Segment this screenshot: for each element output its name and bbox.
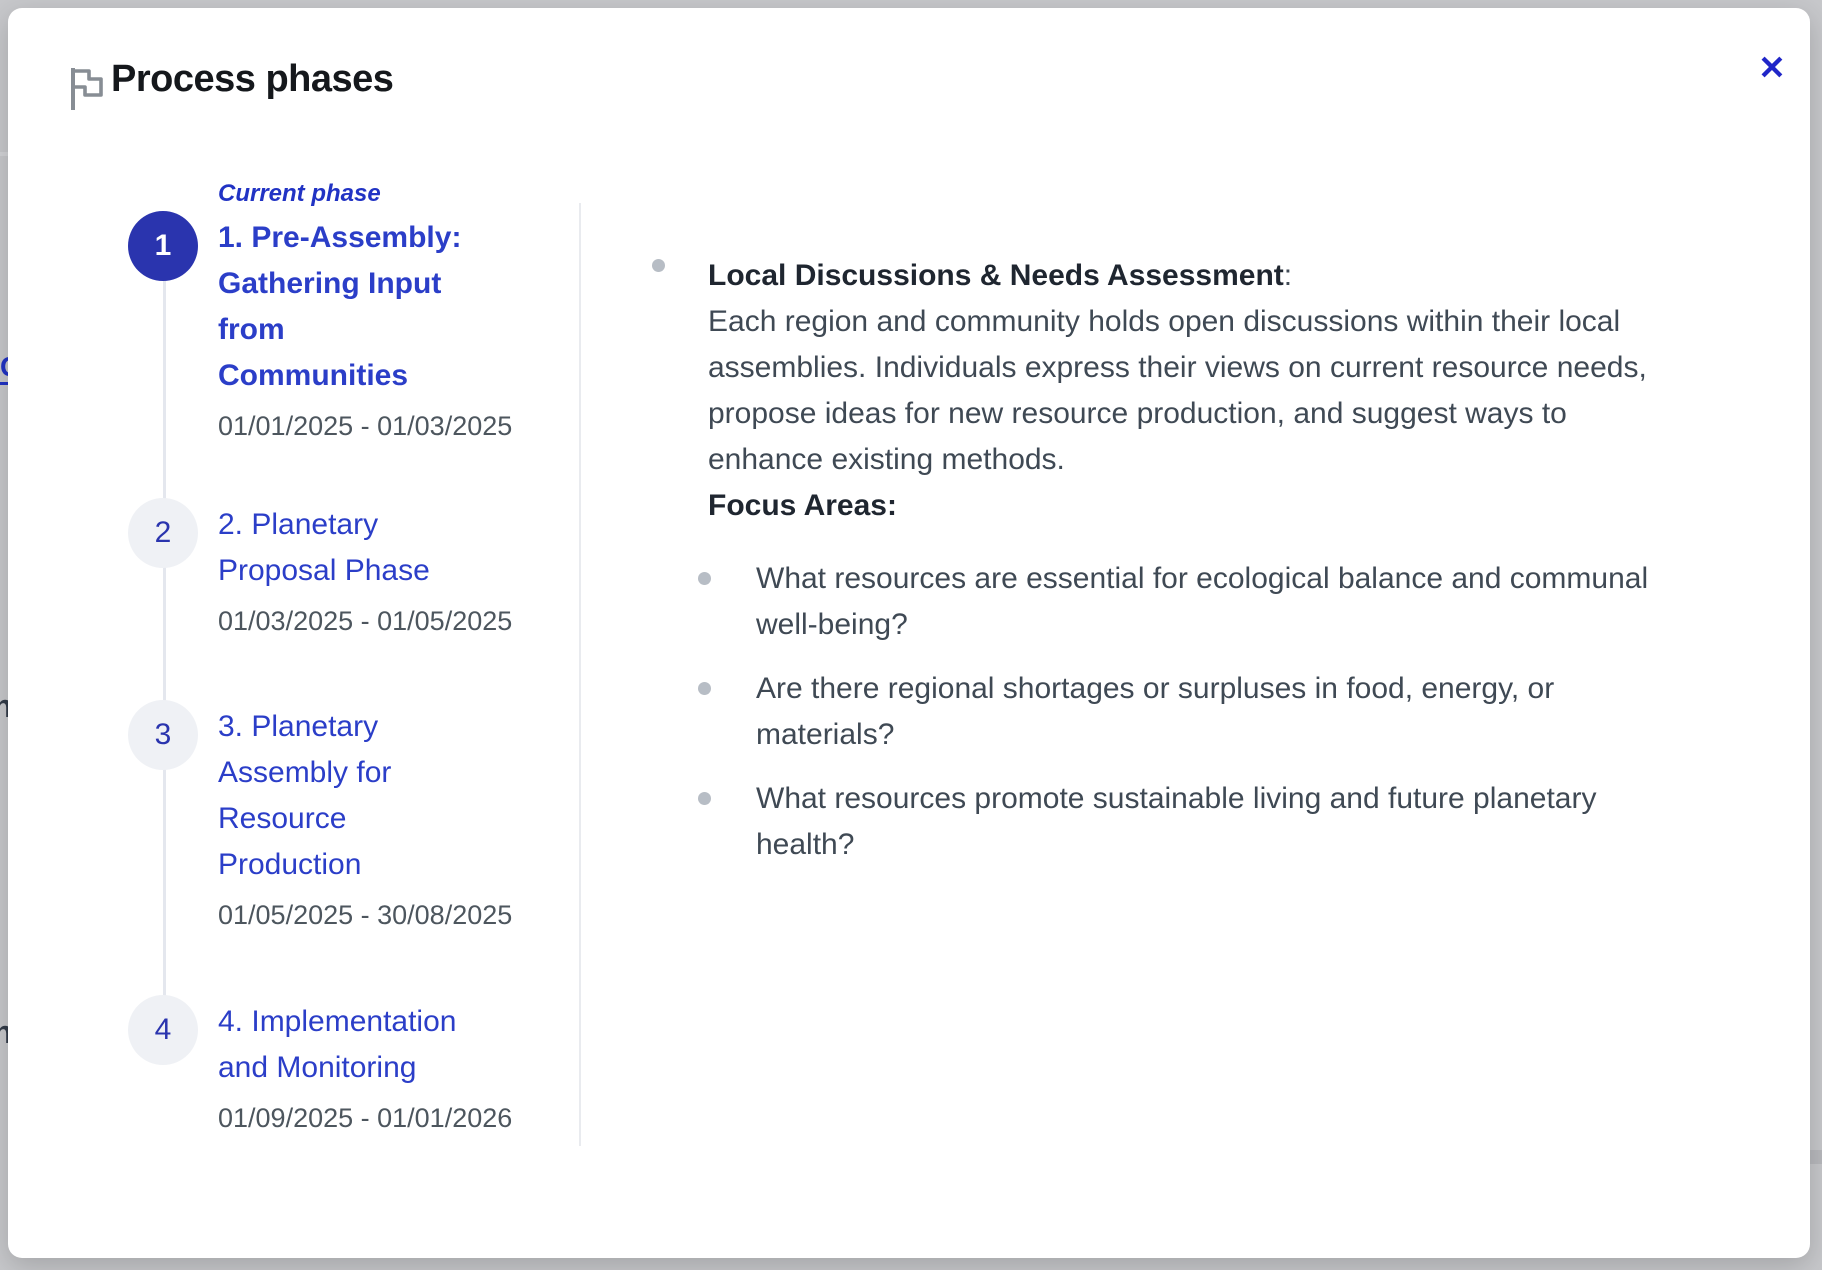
phase-item-2: 2. Planetary Proposal Phase 01/03/2025 -… [218,502,512,637]
phase-3-dates: 01/05/2025 - 30/08/2025 [218,900,512,931]
bullet-dot [698,792,711,805]
phase-4-badge[interactable]: 4 [128,995,198,1065]
modal-title: Process phases [111,58,393,101]
column-divider [579,203,581,1146]
focus-areas-label: Focus Areas: [708,483,1647,529]
current-phase-label: Current phase [218,180,512,208]
bullet-dot [652,259,665,272]
phase-3-title[interactable]: 3. Planetary Assembly for Resource Produ… [218,704,512,888]
description-paragraph: Each region and community holds open dis… [708,299,1647,483]
process-phases-modal: Process phases ✕ 1 Current phase 1. Pre-… [8,8,1810,1258]
focus-area-item: Are there regional shortages or surpluse… [756,666,1554,758]
phase-1-number: 1 [155,229,172,263]
phase-3-badge[interactable]: 3 [128,700,198,770]
phase-2-badge[interactable]: 2 [128,498,198,568]
bullet-dot [698,682,711,695]
phase-item-4: 4. Implementation and Monitoring 01/09/2… [218,999,512,1134]
phase-1-title[interactable]: 1. Pre-Assembly: Gathering Input from Co… [218,215,512,399]
timeline-connector [163,246,166,1030]
bullet-dot [698,572,711,585]
phase-2-title[interactable]: 2. Planetary Proposal Phase [218,502,512,594]
phase-2-dates: 01/03/2025 - 01/05/2025 [218,606,512,637]
flag-icon [64,64,110,117]
description-heading-colon: : [1284,259,1292,292]
phase-description: Local Discussions & Needs Assessment: Ea… [708,253,1647,529]
close-icon[interactable]: ✕ [1750,46,1794,90]
phase-2-number: 2 [155,516,172,550]
phase-4-title[interactable]: 4. Implementation and Monitoring [218,999,512,1091]
focus-area-item: What resources are essential for ecologi… [756,556,1648,648]
focus-area-item: What resources promote sustainable livin… [756,776,1596,868]
phase-item-3: 3. Planetary Assembly for Resource Produ… [218,704,512,931]
phase-4-dates: 01/09/2025 - 01/01/2026 [218,1103,512,1134]
phase-1-dates: 01/01/2025 - 01/03/2025 [218,411,512,442]
phase-1-badge[interactable]: 1 [128,211,198,281]
phase-3-number: 3 [155,718,172,752]
screen: G n n Process phases ✕ 1 Current phase 1… [0,0,1822,1270]
phase-item-1: Current phase 1. Pre-Assembly: Gathering… [218,180,512,442]
phase-4-number: 4 [155,1013,172,1047]
description-heading: Local Discussions & Needs Assessment [708,259,1284,292]
background-page-fragment [1810,1150,1822,1164]
